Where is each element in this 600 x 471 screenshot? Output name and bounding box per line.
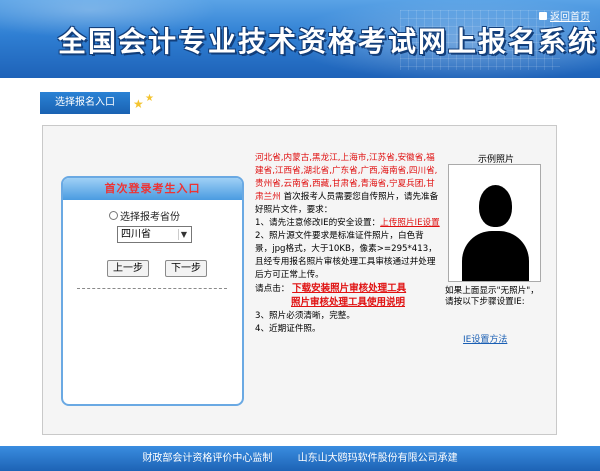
tool-manual-link[interactable]: 照片审核处理工具使用说明 xyxy=(291,297,405,308)
click-prefix: 请点击： xyxy=(255,284,290,294)
instruction-item-4: 4、近期证件照。 xyxy=(255,324,321,334)
ie-upload-settings-link[interactable]: 上传照片IE设置 xyxy=(380,218,440,228)
chevron-down-icon[interactable]: ▼ xyxy=(178,229,189,240)
login-box-title: 首次登录考生入口 xyxy=(63,178,242,200)
home-link-label: 返回首页 xyxy=(550,12,590,23)
footer-left: 财政部会计资格评价中心监制 xyxy=(142,453,273,464)
provinces-paragraph: 河北省,内蒙古,黑龙江,上海市,江苏省,安徽省,福建省,江西省,湖北省,广东省,… xyxy=(255,152,440,217)
next-button[interactable]: 下一步 xyxy=(165,260,207,277)
site-title: 全国会计专业技术资格考试网上报名系统 xyxy=(58,25,599,58)
radio-icon[interactable] xyxy=(109,211,118,220)
instruction-item-1: 1、请先注意修改IE的安全设置：上传照片IE设置 xyxy=(255,217,440,230)
login-divider xyxy=(77,288,227,289)
tab-select-entry[interactable]: 选择报名入口 xyxy=(40,92,130,114)
province-radio-label: 选择报考省份 xyxy=(120,212,180,223)
download-links-row: 请点击： 下载安装照片审核处理工具 xyxy=(255,282,440,296)
manual-link-row: 照片审核处理工具使用说明 xyxy=(255,296,440,310)
prev-button[interactable]: 上一步 xyxy=(107,260,149,277)
home-icon xyxy=(539,11,547,20)
main-panel: 首次登录考生入口 选择报考省份 四川省 ▼ 上一步 下一步 河北省,内蒙古,黑龙… xyxy=(42,125,557,435)
tab-strip: 选择报名入口 ★ ★ xyxy=(0,78,600,118)
province-radio[interactable]: 选择报考省份 xyxy=(109,208,180,223)
ie-setup-link[interactable]: IE设置方法 xyxy=(463,332,507,345)
instruction-item-1-text: 1、请先注意修改IE的安全设置： xyxy=(255,218,381,228)
star-icon: ★ xyxy=(145,93,154,104)
star-icon: ★ xyxy=(133,97,144,111)
instructions: 河北省,内蒙古,黑龙江,上海市,江苏省,安徽省,福建省,江西省,湖北省,广东省,… xyxy=(255,152,440,336)
header-banner: 全国会计专业技术资格考试网上报名系统 返回首页 xyxy=(0,0,600,78)
login-box-body: 选择报考省份 四川省 ▼ 上一步 下一步 xyxy=(63,202,242,402)
download-tool-link[interactable]: 下载安装照片审核处理工具 xyxy=(292,283,406,294)
footer: 财政部会计资格评价中心监制 山东山大鸥玛软件股份有限公司承建 xyxy=(0,446,600,471)
photo-note: 如果上面显示"无照片"，请按以下步骤设置IE: xyxy=(445,286,539,307)
first-login-box: 首次登录考生入口 选择报考省份 四川省 ▼ 上一步 下一步 xyxy=(61,176,244,406)
province-select[interactable]: 四川省 ▼ xyxy=(117,226,192,243)
instruction-item-2: 2、照片源文件要求是标准证件照片，白色背景，jpg格式，大于10KB，像素>=2… xyxy=(255,231,437,280)
province-select-value: 四川省 xyxy=(121,229,151,240)
provinces-suffix: 首次报考人员需要您自传照片，请先准备好照片文件，要求： xyxy=(255,192,439,215)
silhouette-head xyxy=(479,185,512,227)
silhouette-body xyxy=(462,231,529,281)
home-link[interactable]: 返回首页 xyxy=(539,8,590,23)
footer-right: 山东山大鸥玛软件股份有限公司承建 xyxy=(297,453,458,464)
instruction-item-3: 3、照片必须清晰，完整。 xyxy=(255,311,355,321)
sample-photo xyxy=(448,164,541,282)
